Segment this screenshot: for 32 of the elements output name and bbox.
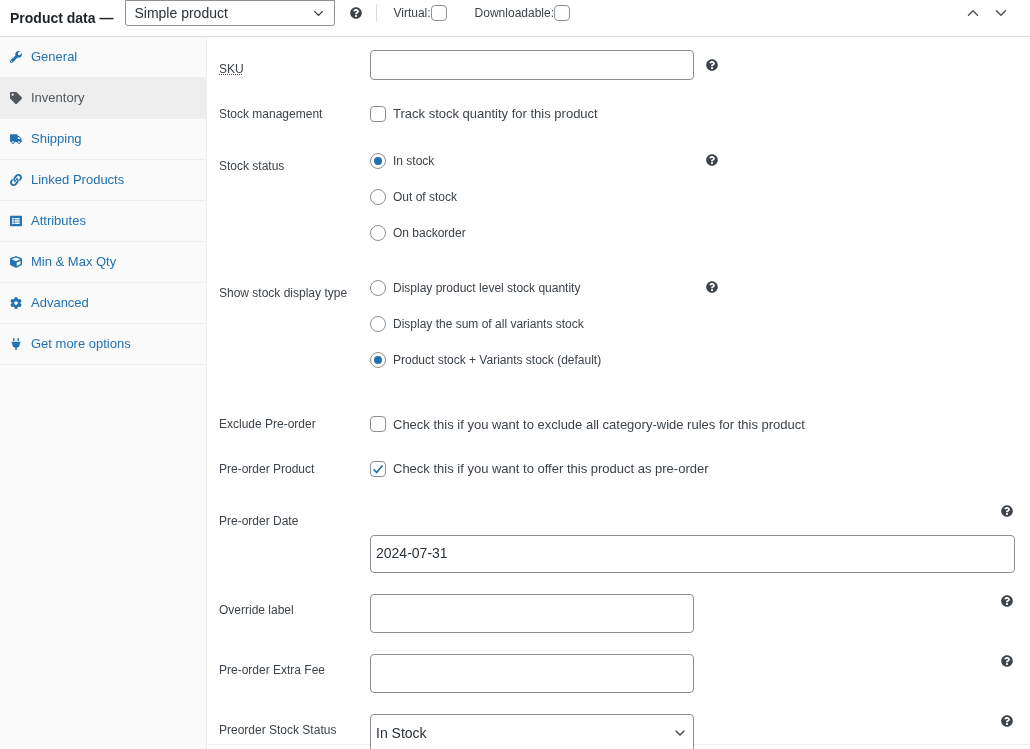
stock-status-select[interactable]: In Stock (370, 713, 694, 749)
field-label: Stock status (219, 157, 286, 175)
option-label: Downloadable: (474, 5, 554, 22)
field-label: Exclude Pre-order (219, 416, 317, 434)
radio-label: In stock (393, 152, 435, 170)
field-label: Pre-order Date (219, 512, 300, 530)
radio-label: Out of stock (393, 188, 458, 206)
radio-label: Product stock + Variants stock (default) (393, 351, 602, 369)
field-label: Show stock display type (219, 284, 349, 302)
sidebar-tab[interactable]: Advanced (0, 283, 206, 324)
field-label: SKU (219, 61, 245, 78)
field-label: Pre-order Product (219, 460, 316, 478)
checkbox-label: Check this if you want to exclude all category-wide rules for this product (393, 415, 805, 434)
radio-label: Display the sum of all variants stock (393, 315, 584, 333)
radio-label: On backorder (393, 224, 466, 242)
radio-label: Display product level stock quantity (393, 279, 581, 297)
field-label: Override label (219, 601, 295, 619)
option-label: Virtual: (393, 5, 431, 22)
field-label: Stock management (219, 105, 324, 123)
date-input[interactable]: 2024-07-31 (370, 534, 1015, 573)
panel-title: Product data — (10, 8, 114, 28)
checkbox-label: Check this if you want to offer this product as pre-order (393, 460, 709, 478)
sidebar-tab[interactable]: Get more options (0, 324, 206, 365)
field-label: Preorder Stock Status (219, 721, 338, 739)
sidebar-tab[interactable]: Min & Max Qty (0, 242, 206, 283)
sidebar-tab[interactable]: Inventory (0, 78, 206, 119)
sidebar-tab[interactable]: Shipping (0, 119, 206, 160)
sidebar-tab[interactable]: Linked Products (0, 160, 206, 201)
product-type-select[interactable]: Simple product (125, 0, 336, 26)
field-label: Pre-order Extra Fee (219, 661, 327, 679)
sidebar-tab[interactable]: Attributes (0, 201, 206, 242)
checkbox-label: Track stock quantity for this product (393, 105, 598, 123)
